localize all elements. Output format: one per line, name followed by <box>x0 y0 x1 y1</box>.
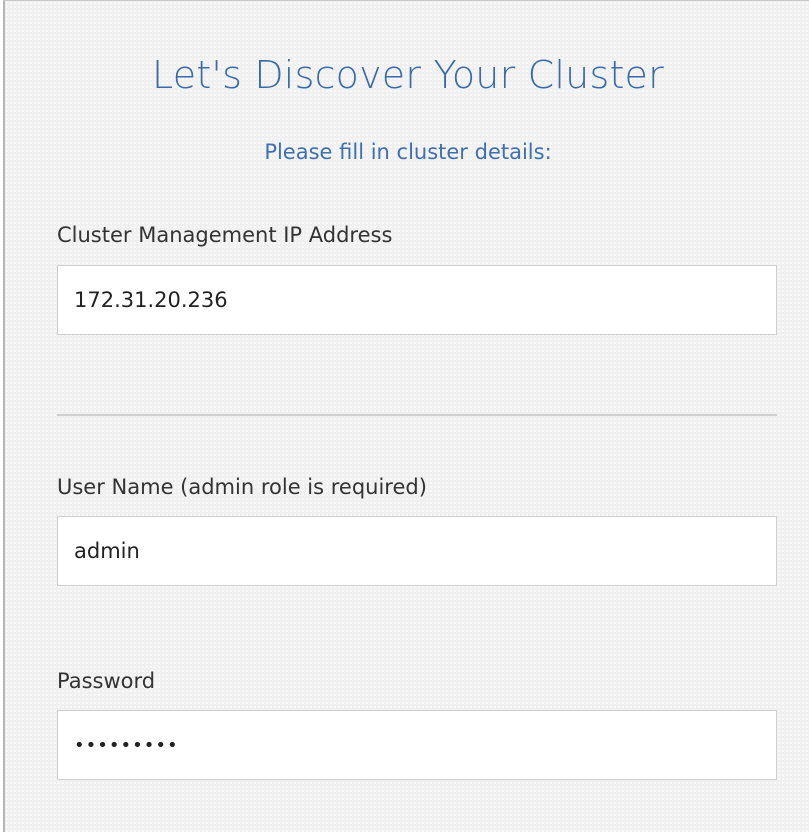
password-input[interactable] <box>57 710 777 780</box>
password-label: Password <box>57 669 156 693</box>
ip-address-input[interactable] <box>57 265 777 335</box>
page-title: Let's Discover Your Cluster <box>152 53 664 97</box>
username-input[interactable] <box>57 516 777 586</box>
cluster-discovery-panel: Let's Discover Your Cluster Please fill … <box>3 0 809 832</box>
username-label: User Name (admin role is required) <box>57 475 427 499</box>
ip-address-label: Cluster Management IP Address <box>57 223 393 247</box>
page-subtitle: Please fill in cluster details: <box>264 140 552 164</box>
section-divider <box>57 414 777 416</box>
